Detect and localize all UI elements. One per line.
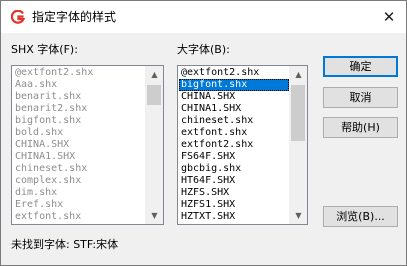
big-font-scrollbar[interactable]: ▲ ▼ [289, 66, 307, 224]
font-style-dialog: 指定字体的样式 ✕ SHX 字体(F): @extfont2.shx Aaa.sh… [0, 0, 407, 266]
list-item[interactable]: chineset.shx [13, 163, 145, 175]
window-title: 指定字体的样式 [32, 10, 117, 24]
big-font-label: 大字体(B): [177, 43, 230, 56]
big-font-items: @extfont2.shx bigfont.shx CHINA.SHX CHINA1.… [179, 67, 289, 223]
list-item[interactable]: extfont.shx [13, 211, 145, 223]
list-item[interactable]: HZTXT.SHX [179, 211, 289, 223]
list-item[interactable]: extfont.shx [179, 127, 289, 139]
ok-button[interactable]: 确定 [323, 56, 398, 77]
scroll-up-arrow-icon[interactable]: ▲ [146, 66, 163, 83]
list-item[interactable]: extfont2.shx [179, 139, 289, 151]
list-item[interactable]: dim.shx [13, 187, 145, 199]
list-item[interactable]: benarit.shx [13, 91, 145, 103]
list-item[interactable]: HT64F.SHX [179, 175, 289, 187]
scroll-up-arrow-icon[interactable]: ▲ [290, 66, 307, 83]
list-item[interactable]: bigfont.shx [179, 79, 289, 91]
list-item[interactable]: bold.shx [13, 127, 145, 139]
list-item[interactable]: CHINA1.SHX [179, 103, 289, 115]
shx-font-listbox[interactable]: @extfont2.shx Aaa.shx benarit.shx benarit2.… [11, 65, 164, 225]
list-item[interactable]: FS64F.SHX [179, 151, 289, 163]
list-item[interactable]: @extfont2.shx [179, 67, 289, 79]
scroll-down-arrow-icon[interactable]: ▼ [146, 207, 163, 224]
list-item[interactable]: Eref.shx [13, 199, 145, 211]
browse-button[interactable]: 浏览(B)... [323, 206, 398, 227]
status-text: 未找到字体: STF:宋体 [11, 238, 119, 251]
list-item[interactable]: chineset.shx [179, 115, 289, 127]
list-item[interactable]: bigfont.shx [13, 115, 145, 127]
shx-font-items: @extfont2.shx Aaa.shx benarit.shx benarit2.… [13, 67, 145, 223]
list-item[interactable]: benarit2.shx [13, 103, 145, 115]
list-item[interactable]: gbcbig.shx [179, 163, 289, 175]
list-item[interactable]: CHINA.SHX [179, 91, 289, 103]
cancel-button[interactable]: 取消 [323, 87, 398, 108]
app-logo-icon [11, 10, 25, 24]
big-font-listbox[interactable]: @extfont2.shx bigfont.shx CHINA.SHX CHINA1.… [177, 65, 308, 225]
help-button[interactable]: 帮助(H) [323, 117, 398, 138]
list-item[interactable]: HZFS.SHX [179, 187, 289, 199]
list-item[interactable]: complex.shx [13, 175, 145, 187]
shx-font-scrollbar[interactable]: ▲ ▼ [145, 66, 163, 224]
shx-font-label: SHX 字体(F): [11, 43, 78, 56]
scroll-thumb[interactable] [291, 85, 305, 141]
title-bar: 指定字体的样式 ✕ [1, 1, 406, 33]
list-item[interactable]: Aaa.shx [13, 79, 145, 91]
scroll-thumb[interactable] [147, 85, 161, 105]
list-item[interactable]: @extfont2.shx [13, 67, 145, 79]
scroll-down-arrow-icon[interactable]: ▼ [290, 207, 307, 224]
close-button[interactable]: ✕ [378, 6, 400, 28]
list-item[interactable]: CHINA1.SHX [13, 151, 145, 163]
close-icon: ✕ [382, 8, 396, 26]
list-item[interactable]: CHINA.SHX [13, 139, 145, 151]
list-item[interactable]: HZFS1.SHX [179, 199, 289, 211]
